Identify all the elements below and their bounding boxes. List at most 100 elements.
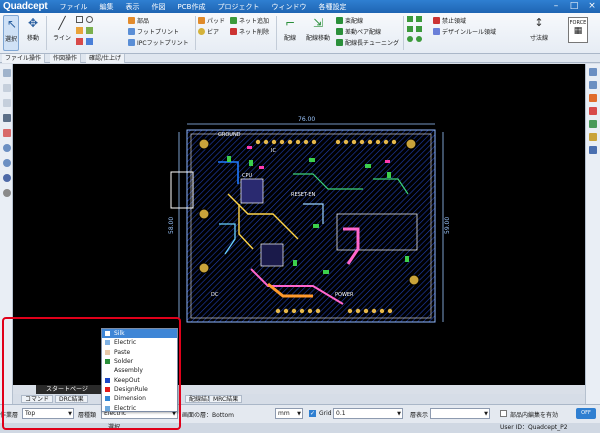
menu-file[interactable]: ファイル <box>54 2 94 12</box>
panel-icon-3[interactable] <box>589 94 597 102</box>
net-add-icon <box>230 17 237 24</box>
menu-view[interactable]: 表示 <box>120 2 146 12</box>
edit-toggle-label: OFF <box>581 410 591 416</box>
menu-pcb[interactable]: PCB作成 <box>172 2 212 12</box>
keepout-button[interactable]: 禁止領域 <box>433 16 466 25</box>
diff-pair-button[interactable]: 差動ペア配線 <box>336 27 381 36</box>
grid-checkbox[interactable]: ✓ <box>309 410 316 417</box>
layer-icon-f[interactable] <box>416 36 422 42</box>
move-label: 移動 <box>26 35 39 42</box>
bundle-icon <box>336 17 343 24</box>
design-rule-area-button[interactable]: デザインルール領域 <box>433 27 496 36</box>
parts-button[interactable]: 部品 <box>128 16 149 25</box>
length-tuning-icon <box>336 39 343 46</box>
line-label: ライン <box>52 35 71 42</box>
text-icon[interactable] <box>86 38 93 45</box>
arc-icon[interactable] <box>76 38 83 45</box>
chevron-down-icon: ▼ <box>297 411 301 417</box>
undo-icon[interactable] <box>3 84 11 92</box>
display-layer-text: 画面の層：Bottom <box>182 412 235 419</box>
menu-project[interactable]: プロジェクト <box>211 2 265 12</box>
net-add-label: ネット追加 <box>239 18 270 25</box>
parts-edit-checkbox[interactable] <box>500 410 507 417</box>
layer-display-select[interactable]: ▼ <box>430 408 490 419</box>
wiring-button[interactable]: ⌐ 配線 <box>279 15 301 42</box>
zoom-area-icon[interactable] <box>3 129 11 137</box>
bundle-wiring-button[interactable]: 束配線 <box>336 16 363 25</box>
zoom-in-icon[interactable] <box>3 144 11 152</box>
cursor-icon: ↖ <box>6 17 18 31</box>
net-delete-button[interactable]: ネット削除 <box>230 27 269 36</box>
tab-mrc-result[interactable]: MRC結果 <box>209 395 243 403</box>
wiring-icon: ⌐ <box>284 16 296 30</box>
edit-toggle-button[interactable]: OFF <box>576 408 596 419</box>
force-button[interactable]: FORCE ▦ <box>568 17 588 43</box>
tab-file-ops[interactable]: ファイル操作 <box>2 54 46 63</box>
ribbon-tabs: ファイル操作 作図操作 確認/仕上げ <box>0 54 600 63</box>
layer-icon-d[interactable] <box>416 26 422 32</box>
net-add-button[interactable]: ネット追加 <box>230 16 269 25</box>
move-button[interactable]: ✥ 移動 <box>24 15 42 42</box>
layer-icon-b[interactable] <box>416 16 422 22</box>
dimension-button[interactable]: ↕ 寸法線 <box>528 15 550 42</box>
copy-icon[interactable] <box>3 69 11 77</box>
menu-settings[interactable]: 各種設定 <box>312 2 352 12</box>
settings-icon[interactable] <box>3 174 11 182</box>
via-label: ビア <box>207 29 220 36</box>
tab-draw-ops[interactable]: 作図操作 <box>50 54 82 63</box>
parts-label: 部品 <box>137 18 150 25</box>
ic-cpu <box>240 178 264 204</box>
menu-draw[interactable]: 作図 <box>146 2 172 12</box>
grid-select[interactable]: 0.1 ▼ <box>333 408 403 419</box>
chevron-down-icon: ▼ <box>397 411 401 417</box>
panel-icon-5[interactable] <box>589 120 597 128</box>
length-tuning-button[interactable]: 配線長チューニング <box>336 38 399 47</box>
rect-icon[interactable] <box>76 16 83 23</box>
poly-icon[interactable] <box>86 27 93 34</box>
ribbon: ↖ 選択 ✥ 移動 ╱ ライン 部品 フットプリント IPCフットプリント パッ… <box>0 13 600 54</box>
via-button[interactable]: ビア <box>198 27 219 36</box>
layer-icon-a[interactable] <box>407 16 413 22</box>
chevron-down-icon: ▼ <box>484 411 488 417</box>
wiring-label: 配線 <box>283 35 296 42</box>
pad-button[interactable]: パッド <box>198 16 225 25</box>
gear-icon[interactable] <box>3 189 11 197</box>
fill-icon[interactable] <box>76 27 83 34</box>
maximize-icon[interactable]: □ <box>566 1 582 12</box>
menu-edit[interactable]: 編集 <box>94 2 120 12</box>
panel-icon-7[interactable] <box>589 146 597 154</box>
layer-icon-e[interactable] <box>407 36 413 42</box>
panel-icon-2[interactable] <box>589 81 597 89</box>
select-button[interactable]: ↖ 選択 <box>3 15 19 51</box>
ipc-footprint-button[interactable]: IPCフットプリント <box>128 38 189 47</box>
design-rule-icon <box>433 28 440 35</box>
line-button[interactable]: ╱ ライン <box>50 15 74 42</box>
wiring-move-button[interactable]: ⇲ 配線移動 <box>304 15 332 42</box>
label-power: POWER <box>335 292 354 298</box>
menu-window[interactable]: ウィンドウ <box>265 2 312 12</box>
save-icon[interactable] <box>3 114 11 122</box>
unit-select[interactable]: mm ▼ <box>275 408 303 419</box>
panel-icon-1[interactable] <box>589 68 597 76</box>
circle-icon[interactable] <box>86 16 93 23</box>
ipc-footprint-icon <box>128 39 135 46</box>
dimension-left-text: 58.00 <box>168 217 175 234</box>
layer-icon-c[interactable] <box>407 26 413 32</box>
panel-icon-4[interactable] <box>589 107 597 115</box>
dimension-top-text: 76.00 <box>298 116 315 123</box>
panel-icon-6[interactable] <box>589 133 597 141</box>
redo-icon[interactable] <box>3 99 11 107</box>
tab-check-finish[interactable]: 確認/仕上げ <box>86 54 126 63</box>
keepout-label: 禁止領域 <box>442 18 467 25</box>
wiring-move-icon: ⇲ <box>312 16 324 30</box>
minimize-icon[interactable]: – <box>548 1 564 12</box>
diff-pair-label: 差動ペア配線 <box>345 29 382 36</box>
move-icon: ✥ <box>27 16 39 30</box>
layer-tools <box>407 16 433 48</box>
diff-pair-icon <box>336 28 343 35</box>
app-logo: Quadcept <box>3 1 48 12</box>
close-icon[interactable]: × <box>584 1 600 12</box>
footprint-button[interactable]: フットプリント <box>128 27 179 36</box>
zoom-out-icon[interactable] <box>3 159 11 167</box>
footprint-icon <box>128 28 135 35</box>
